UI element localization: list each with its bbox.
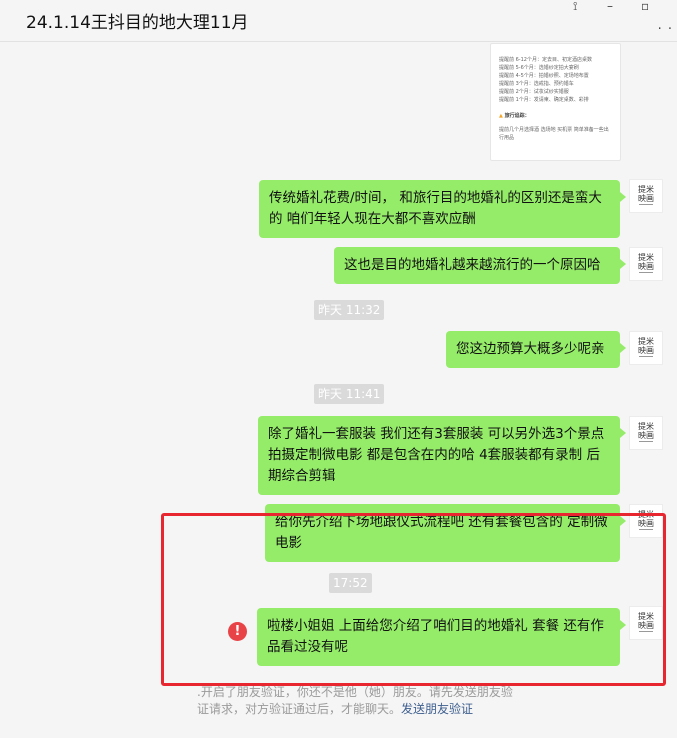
friend-verification-notice: .开启了朋友验证，你还不是他（她）朋友。请先发送朋友验证请求，对方验证通过后，才… — [197, 685, 513, 716]
preview-warn: ▲ 旅行追踪： — [499, 113, 530, 119]
preview-line: 提醒前 4-5个月：拍婚纱照、定场地布置 — [499, 73, 589, 79]
preview-tail: 提前几个月选择酒 选场地 买机票 简单准备一些出行用品 — [499, 127, 609, 141]
avatar[interactable]: 提米 映画 — [629, 179, 663, 213]
minimize-icon[interactable]: – — [607, 0, 613, 12]
avatar[interactable]: 提米 映画 — [629, 331, 663, 365]
chat-title: 24.1.14王抖目的地大理11月 — [26, 13, 249, 33]
message-bubble[interactable]: 您这边预算大概多少呢亲 — [446, 331, 626, 368]
preview-line: 提醒前 3个月：选戒指、预约婚车 — [499, 81, 574, 87]
avatar[interactable]: 提米 映画 — [629, 416, 663, 450]
send-friend-request-link[interactable]: 发送朋友验证 — [401, 702, 473, 716]
title-bar: 24.1.14王抖目的地大理11月 ⟟ – ▫ · · — [0, 0, 677, 42]
preview-line: 提醒前 6-12个月：定去目、初定酒店桌数 — [499, 57, 592, 63]
preview-line: 提醒前 2个月：试妆试纱实婚服 — [499, 89, 569, 95]
message-bubble[interactable]: 这也是目的地婚礼越来越流行的一个原因哈 — [334, 247, 626, 284]
more-options-icon[interactable]: · · — [658, 22, 673, 37]
message-bubble[interactable]: 传统婚礼花费/时间， 和旅行目的地婚礼的区别还是蛮大的 咱们年轻人现在大都不喜欢… — [259, 180, 626, 238]
highlight-box — [161, 513, 666, 686]
timestamp: 昨天 11:32 — [314, 300, 385, 320]
warning-icon: ▲ — [499, 113, 503, 119]
preview-line: 提醒前 5-6个月：选婚纱定拍大宴刷 — [499, 65, 579, 71]
maximize-icon[interactable]: ▫ — [641, 0, 649, 12]
timestamp: 昨天 11:41 — [314, 384, 385, 404]
image-message-preview[interactable]: 提醒前 6-12个月：定去目、初定酒店桌数 提醒前 5-6个月：选婚纱定拍大宴刷… — [490, 43, 621, 161]
preview-line: 提醒前 1个月：发请柬、确定桌数、彩排 — [499, 97, 589, 103]
avatar[interactable]: 提米 映画 — [629, 247, 663, 281]
pin-icon[interactable]: ⟟ — [573, 0, 577, 12]
message-bubble[interactable]: 除了婚礼一套服装 我们还有3套服装 可以另外选3个景点 拍摄定制微电影 都是包含… — [258, 416, 626, 495]
